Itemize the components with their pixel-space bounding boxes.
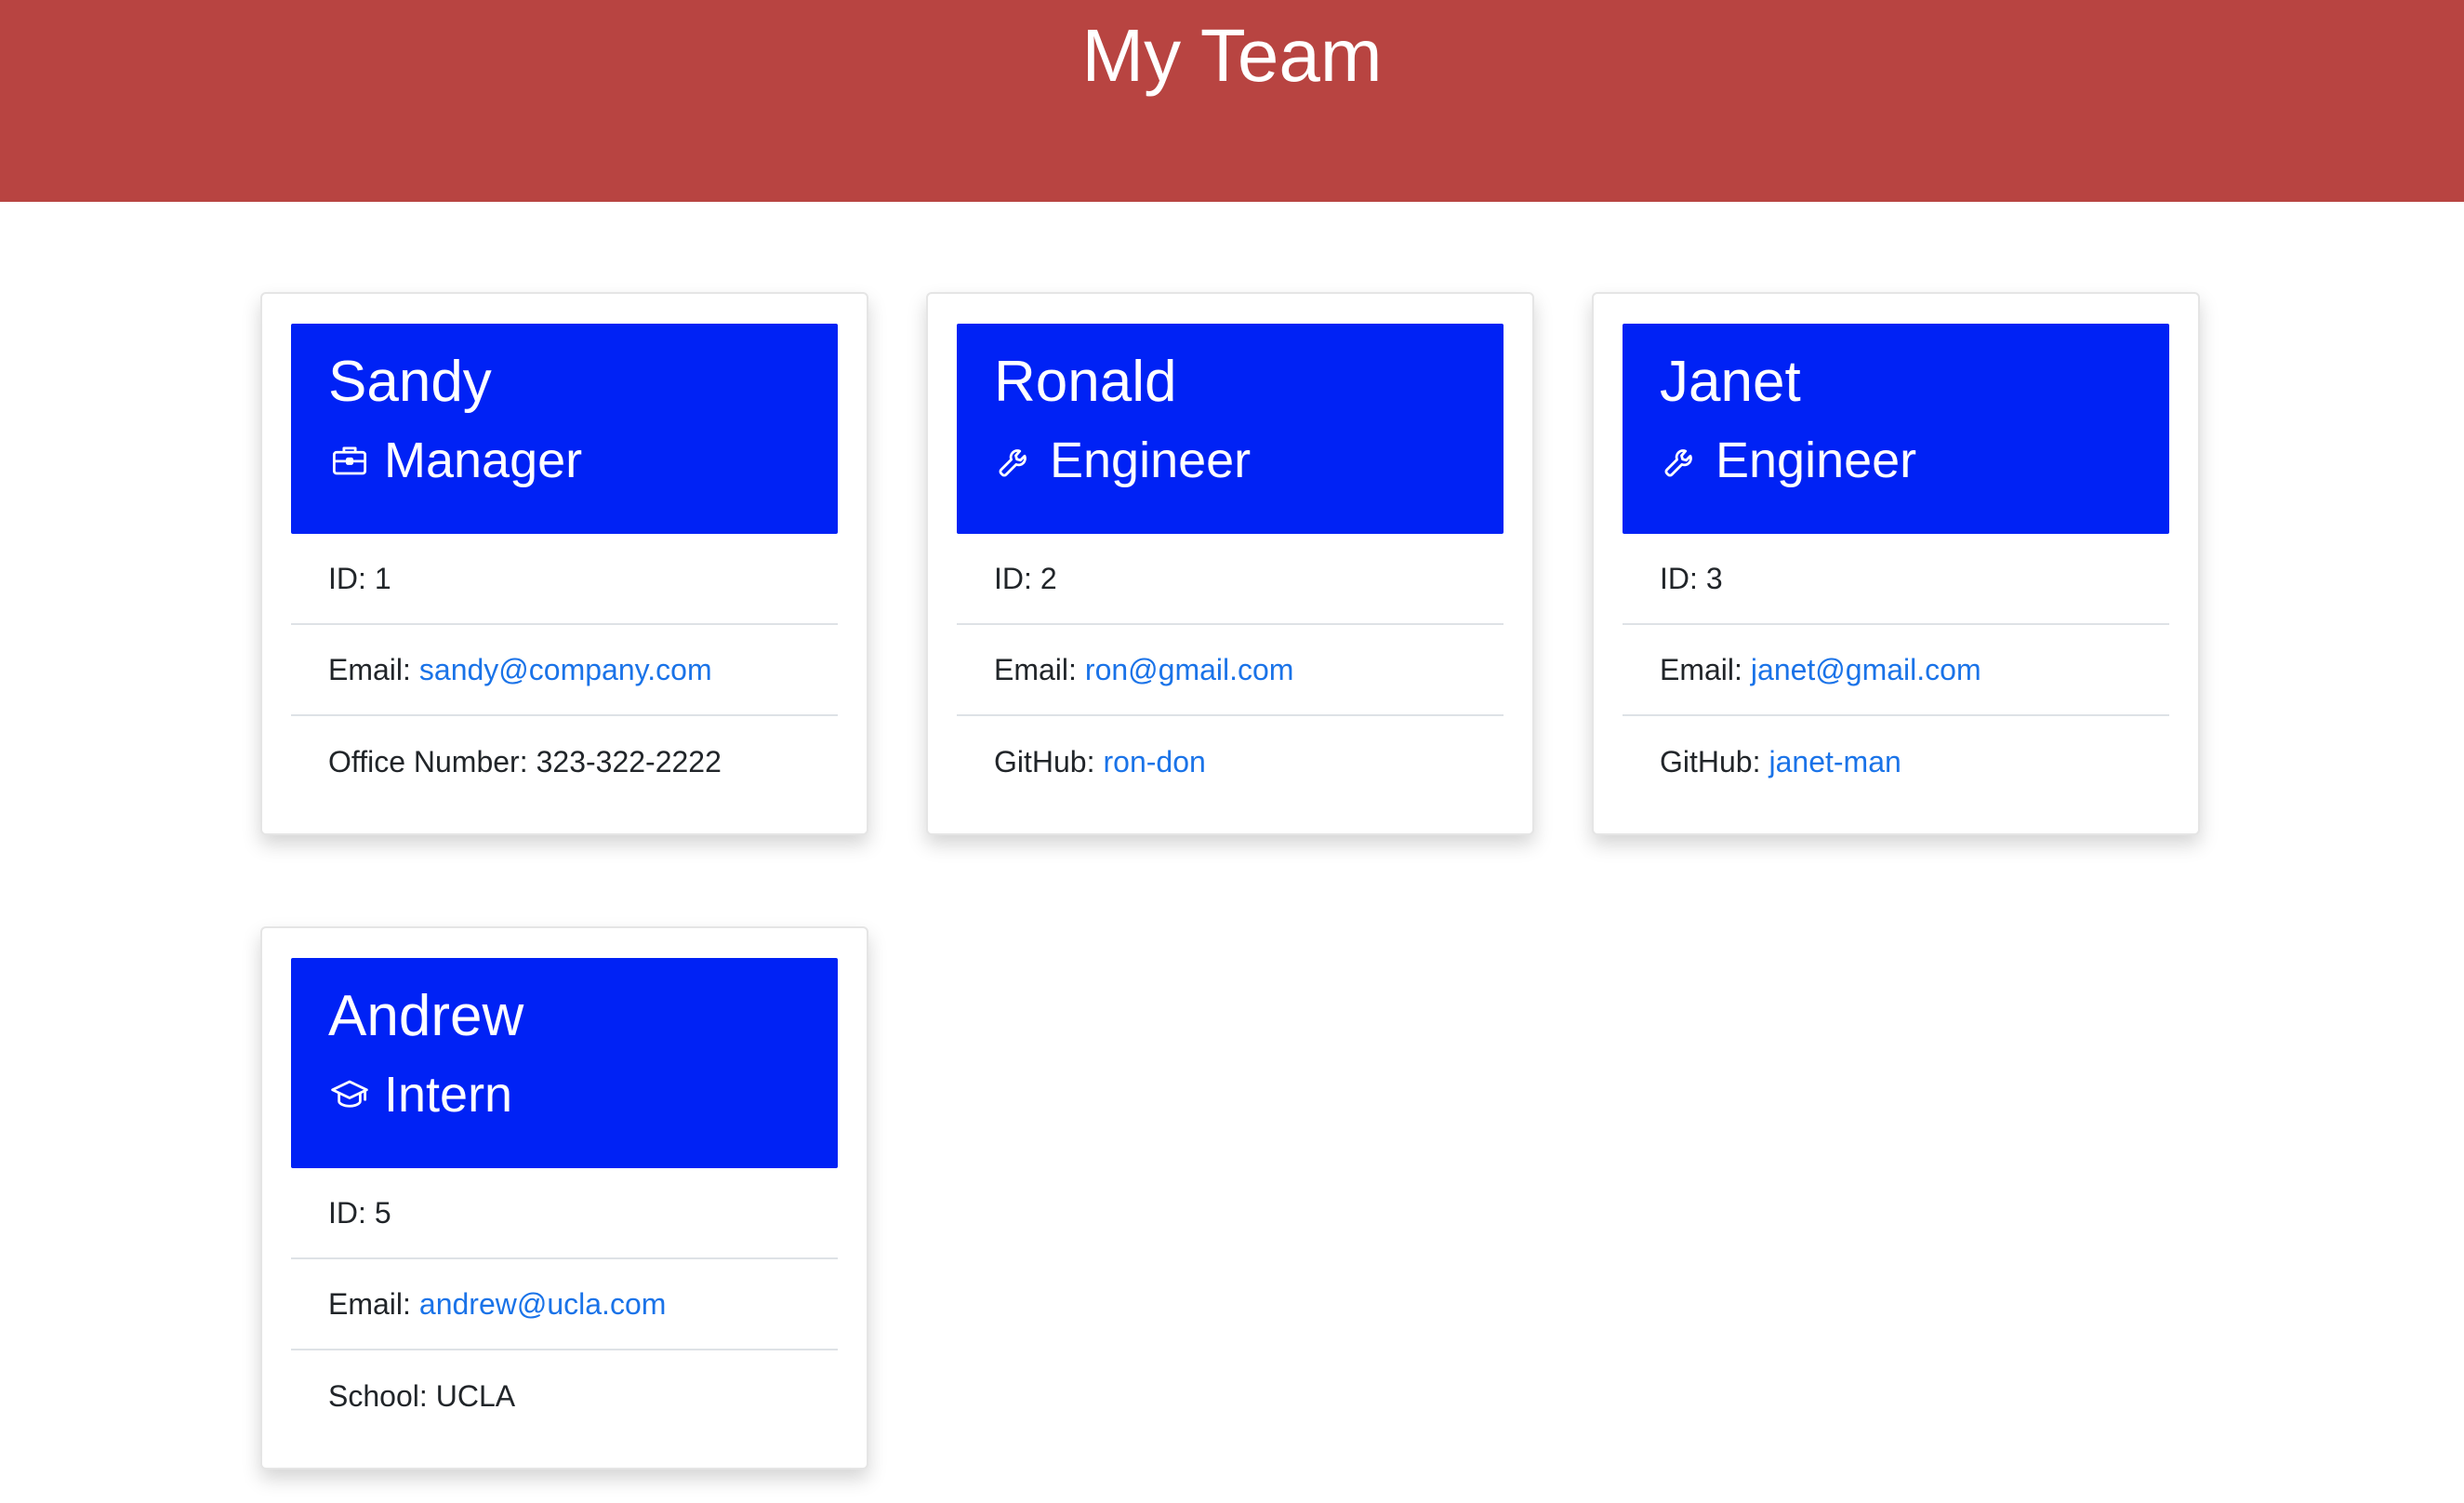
- employee-email: Email: sandy@company.com: [291, 625, 838, 716]
- page-header: My Team: [0, 0, 2464, 202]
- employee-id: ID: 5: [291, 1168, 838, 1259]
- wrench-icon: [1660, 439, 1702, 482]
- card-header: Janet Engineer: [1623, 324, 2169, 534]
- employee-role-label: Engineer: [1716, 432, 1917, 488]
- employee-card-sandy: Sandy Manager ID: 1 Email: sandy@company…: [260, 292, 868, 835]
- employee-role-label: Engineer: [1050, 432, 1252, 488]
- id-value: 3: [1705, 561, 1723, 595]
- email-link[interactable]: janet@gmail.com: [1751, 653, 1981, 687]
- github-link[interactable]: ron-don: [1103, 745, 1205, 779]
- employee-email: Email: ron@gmail.com: [957, 625, 1504, 716]
- employee-id: ID: 3: [1623, 534, 2169, 625]
- school-value: UCLA: [435, 1378, 516, 1413]
- id-label: ID:: [328, 561, 366, 595]
- employee-role: Engineer: [1660, 431, 1916, 490]
- employee-info-list: ID: 2 Email: ron@gmail.com GitHub: ron-d…: [957, 534, 1504, 807]
- employee-name: Sandy: [328, 350, 492, 414]
- employee-name: Ronald: [994, 350, 1177, 414]
- employee-github: GitHub: ron-don: [957, 716, 1504, 807]
- employee-name: Andrew: [328, 984, 524, 1048]
- id-label: ID:: [328, 1195, 366, 1230]
- employee-id: ID: 2: [957, 534, 1504, 625]
- email-label: Email:: [1660, 652, 1742, 686]
- github-label: GitHub:: [994, 744, 1095, 778]
- office-number-label: Office Number:: [328, 744, 528, 778]
- employee-github: GitHub: janet-man: [1623, 716, 2169, 807]
- id-value: 2: [1040, 561, 1057, 595]
- employee-office-number: Office Number: 323-322-2222: [291, 716, 838, 807]
- github-link[interactable]: janet-man: [1769, 745, 1901, 779]
- email-link[interactable]: sandy@company.com: [419, 653, 712, 687]
- employee-info-list: ID: 3 Email: janet@gmail.com GitHub: jan…: [1623, 534, 2169, 807]
- employee-card-andrew: Andrew Intern ID: 5 Email: andrew@ucla.c…: [260, 926, 868, 1470]
- card-header: Ronald Engineer: [957, 324, 1504, 534]
- graduation-cap-icon: [328, 1073, 371, 1116]
- email-label: Email:: [328, 1286, 411, 1321]
- id-value: 1: [374, 561, 391, 595]
- employee-email: Email: andrew@ucla.com: [291, 1259, 838, 1350]
- page-title: My Team: [1081, 14, 1383, 97]
- employee-role: Manager: [328, 431, 582, 490]
- school-label: School:: [328, 1378, 428, 1413]
- card-header: Sandy Manager: [291, 324, 838, 534]
- briefcase-icon: [328, 439, 371, 482]
- employee-role-label: Intern: [384, 1067, 513, 1123]
- id-label: ID:: [1660, 561, 1698, 595]
- wrench-icon: [994, 439, 1037, 482]
- id-label: ID:: [994, 561, 1032, 595]
- card-header: Andrew Intern: [291, 958, 838, 1168]
- email-link[interactable]: ron@gmail.com: [1085, 653, 1294, 687]
- email-label: Email:: [328, 652, 411, 686]
- employee-name: Janet: [1660, 350, 1801, 414]
- employee-role: Engineer: [994, 431, 1251, 490]
- email-label: Email:: [994, 652, 1077, 686]
- office-number-value: 323-322-2222: [536, 744, 722, 778]
- employee-email: Email: janet@gmail.com: [1623, 625, 2169, 716]
- email-link[interactable]: andrew@ucla.com: [419, 1287, 666, 1322]
- employee-info-list: ID: 1 Email: sandy@company.com Office Nu…: [291, 534, 838, 807]
- github-label: GitHub:: [1660, 744, 1761, 778]
- employee-role: Intern: [328, 1065, 512, 1124]
- employee-role-label: Manager: [384, 432, 583, 488]
- employee-info-list: ID: 5 Email: andrew@ucla.com School: UCL…: [291, 1168, 838, 1442]
- employee-id: ID: 1: [291, 534, 838, 625]
- employee-school: School: UCLA: [291, 1350, 838, 1442]
- id-value: 5: [374, 1195, 391, 1230]
- employee-card-ronald: Ronald Engineer ID: 2 Email: ron@gmail.c…: [926, 292, 1534, 835]
- employee-card-janet: Janet Engineer ID: 3 Email: janet@gmail.…: [1592, 292, 2200, 835]
